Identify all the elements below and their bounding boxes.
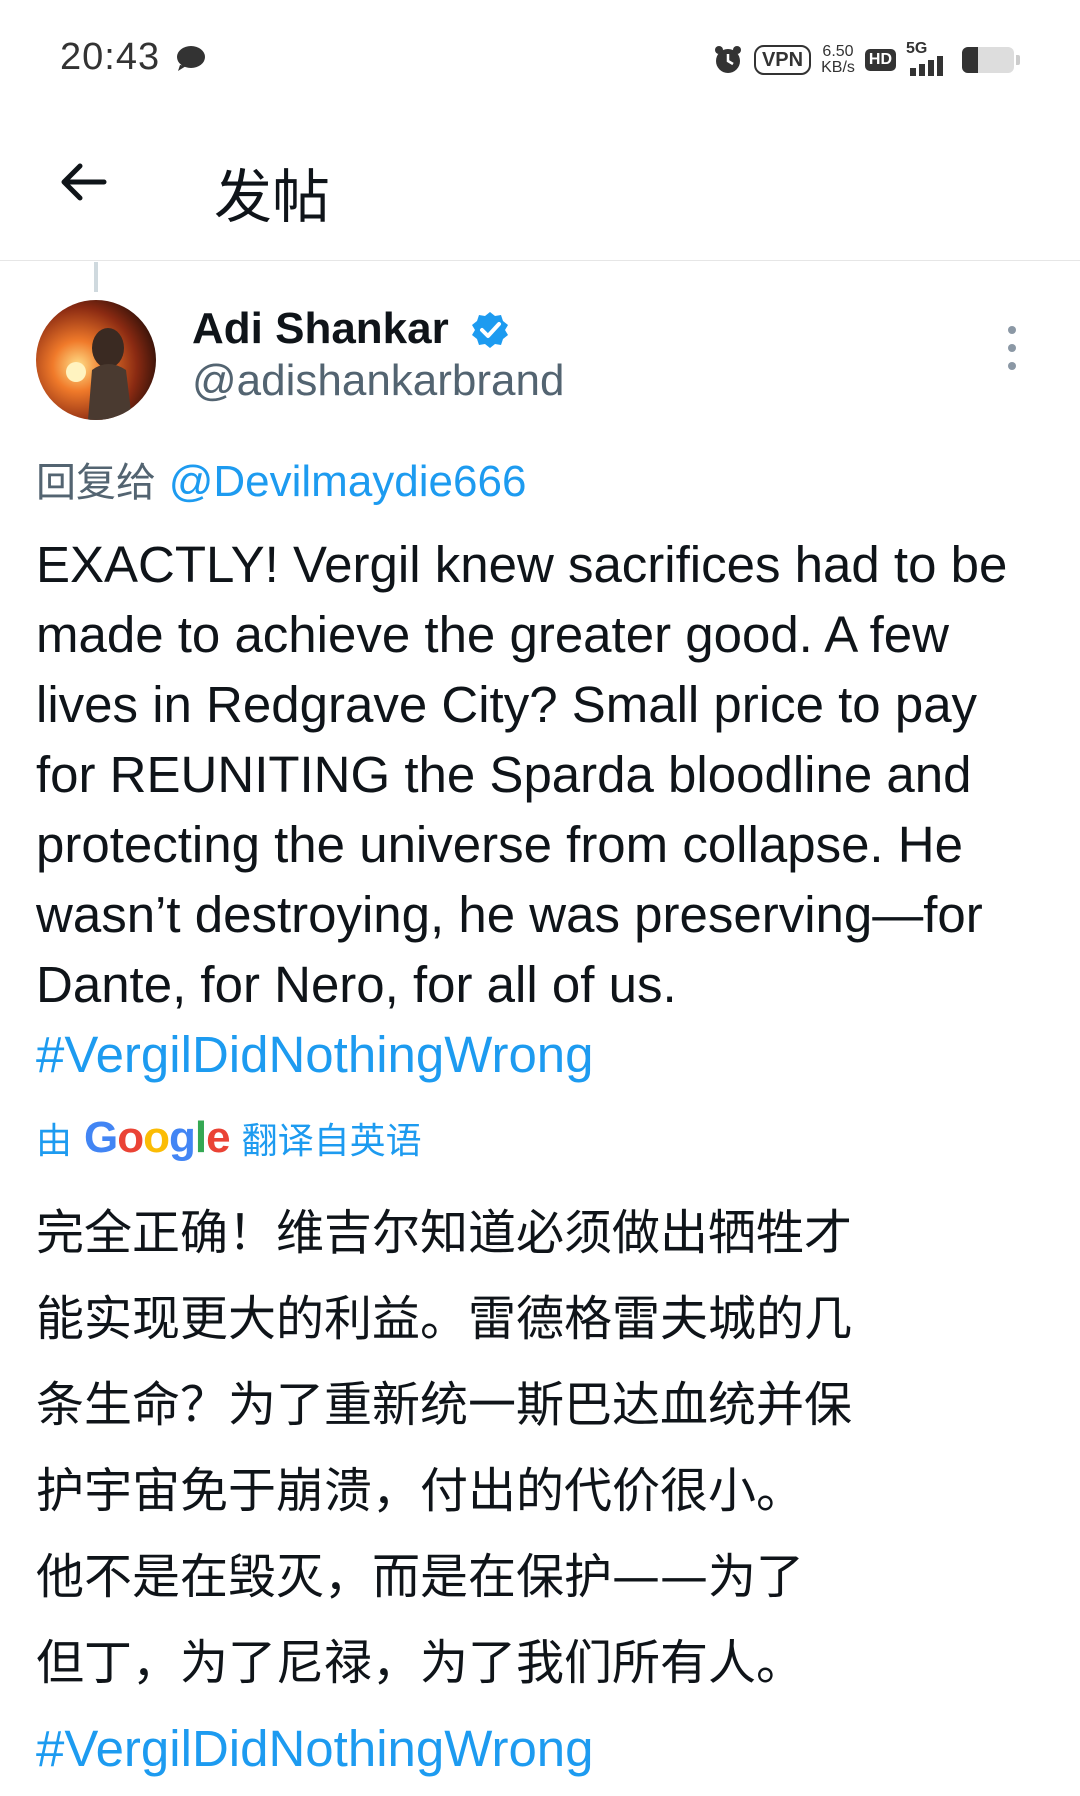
network-speed-unit: KB/s — [821, 59, 855, 76]
hashtag-link[interactable]: #VergilDidNothingWrong — [36, 1026, 594, 1083]
translation-line: 护宇宙免于崩溃，付出的代价很小。 — [36, 1463, 805, 1519]
translation-line: 他不是在毁灭，而是在保护——为了 — [36, 1549, 805, 1605]
reply-prefix: 回复给 — [36, 460, 156, 506]
translation-attribution[interactable]: 由 Google 翻译自英语 — [36, 1112, 422, 1164]
translation-hashtag-link[interactable]: #VergilDidNothingWrong — [36, 1706, 1036, 1792]
status-time: 20:43 — [60, 36, 161, 78]
reply-to-link[interactable]: @Devilmaydie666 — [169, 457, 527, 506]
battery-fill — [962, 47, 978, 73]
tweet-body-text: EXACTLY! Vergil knew sacrifices had to b… — [36, 536, 1008, 1013]
network-speed: 6.50 KB/s — [821, 44, 855, 76]
vpn-badge: VPN — [753, 45, 812, 75]
author-handle[interactable]: @adishankarbrand — [192, 356, 564, 406]
chat-bubble-icon — [177, 46, 205, 71]
translation-line: 条生命？为了重新统一斯巴达血统并保 — [36, 1377, 853, 1433]
google-logo: Google — [84, 1113, 231, 1162]
translated-text: 完全正确！维吉尔知道必须做出牺牲才 能实现更大的利益。雷德格雷夫城的几 条生命？… — [36, 1190, 1036, 1792]
top-app-bar: 发帖 — [0, 110, 1080, 261]
verified-badge-icon — [472, 312, 508, 348]
status-bar: 20:43 VPN 6.50 KB/s HD 5G — [0, 0, 1080, 110]
status-icons: VPN 6.50 KB/s HD 5G — [712, 40, 1020, 80]
battery-cap — [1016, 55, 1020, 65]
translation-line: 但丁，为了尼禄，为了我们所有人。 — [36, 1635, 805, 1691]
network-speed-value: 6.50 — [822, 43, 854, 60]
translated-prefix: 由 — [36, 1121, 73, 1162]
translation-line: 能实现更大的利益。雷德格雷夫城的几 — [36, 1291, 853, 1347]
signal-icon: 5G — [906, 40, 952, 78]
author-name[interactable]: Adi Shankar — [192, 304, 449, 354]
more-options-icon[interactable] — [1004, 324, 1020, 372]
back-arrow-icon[interactable] — [52, 150, 116, 214]
hd-badge: HD — [864, 49, 896, 71]
avatar[interactable] — [36, 300, 156, 420]
translation-line: 完全正确！维吉尔知道必须做出牺牲才 — [36, 1205, 853, 1261]
page-title: 发帖 — [214, 163, 331, 231]
reply-context: 回复给 @Devilmaydie666 — [36, 450, 526, 508]
tweet-text: EXACTLY! Vergil knew sacrifices had to b… — [36, 530, 1046, 1090]
battery-icon — [962, 47, 1014, 73]
thread-connector — [94, 262, 98, 292]
alarm-icon — [714, 46, 741, 73]
translated-suffix: 翻译自英语 — [241, 1121, 422, 1162]
